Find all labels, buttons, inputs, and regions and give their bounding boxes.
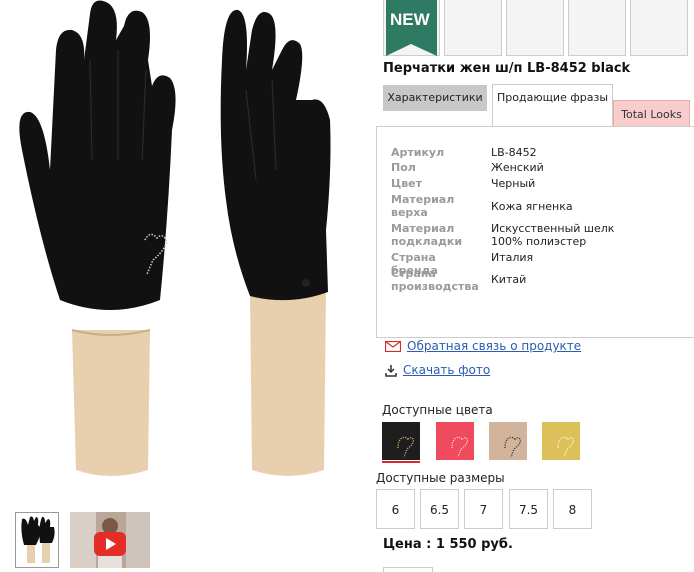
glove-left bbox=[19, 0, 176, 310]
tab-selling-phrases[interactable]: Продающие фразы bbox=[492, 84, 613, 126]
size-option[interactable]: 7.5 bbox=[509, 489, 548, 529]
top-thumbnail[interactable] bbox=[444, 0, 502, 56]
sizes-label: Доступные размеры bbox=[376, 471, 505, 485]
mannequin-right bbox=[250, 290, 326, 476]
top-thumbnail[interactable] bbox=[630, 0, 688, 56]
spec-value: LB-8452 bbox=[491, 146, 537, 159]
spec-label: Материал подкладки bbox=[391, 222, 463, 248]
spec-label: Материал верха bbox=[391, 193, 455, 219]
tab-total-looks[interactable]: Total Looks bbox=[613, 100, 690, 127]
download-link-row[interactable]: Скачать фото bbox=[385, 363, 490, 377]
feedback-link[interactable]: Обратная связь о продукте bbox=[407, 339, 581, 353]
tab-characteristics[interactable]: Характеристики bbox=[383, 85, 487, 111]
spec-value: Китай bbox=[491, 273, 527, 286]
spec-value: Искусственный шелк 100% полиэстер bbox=[491, 222, 615, 248]
spec-label: Артикул bbox=[391, 146, 445, 159]
color-swatch-pink[interactable] bbox=[436, 422, 474, 460]
color-swatch-black[interactable] bbox=[382, 422, 420, 460]
top-thumbnail[interactable] bbox=[506, 0, 564, 56]
color-swatch-beige[interactable] bbox=[489, 422, 527, 460]
spec-label: Пол bbox=[391, 161, 416, 174]
selected-color-indicator bbox=[382, 461, 420, 463]
price-label: Цена : 1 550 руб. bbox=[383, 537, 513, 552]
download-icon bbox=[385, 364, 397, 377]
size-option[interactable]: 7 bbox=[464, 489, 503, 529]
product-title: Перчатки жен ш/п LB-8452 black bbox=[383, 61, 631, 76]
thumbnail-video[interactable] bbox=[70, 512, 150, 568]
spec-label: Цвет bbox=[391, 177, 423, 190]
thumbnail-gloves[interactable] bbox=[15, 512, 59, 568]
colors-label: Доступные цвета bbox=[382, 403, 493, 417]
feedback-link-row[interactable]: Обратная связь о продукте bbox=[385, 339, 581, 353]
spec-label: Страна производства bbox=[391, 267, 479, 293]
size-option[interactable]: 6.5 bbox=[420, 489, 459, 529]
top-thumbnail[interactable] bbox=[568, 0, 626, 56]
download-photo-link[interactable]: Скачать фото bbox=[403, 363, 490, 377]
new-badge-label: NEW bbox=[390, 10, 430, 29]
top-thumbnail-new[interactable]: NEW bbox=[383, 0, 440, 56]
spec-value: Женский bbox=[491, 161, 544, 174]
spec-value: Италия bbox=[491, 251, 534, 264]
size-option[interactable]: 8 bbox=[553, 489, 592, 529]
spec-value: Кожа ягненка bbox=[491, 200, 573, 213]
mannequin-left bbox=[72, 330, 150, 476]
envelope-icon bbox=[385, 340, 401, 352]
product-main-image[interactable] bbox=[0, 0, 372, 500]
spec-value: Черный bbox=[491, 177, 536, 190]
quantity-box[interactable] bbox=[383, 567, 433, 572]
size-option[interactable]: 6 bbox=[376, 489, 415, 529]
color-swatch-yellow[interactable] bbox=[542, 422, 580, 460]
